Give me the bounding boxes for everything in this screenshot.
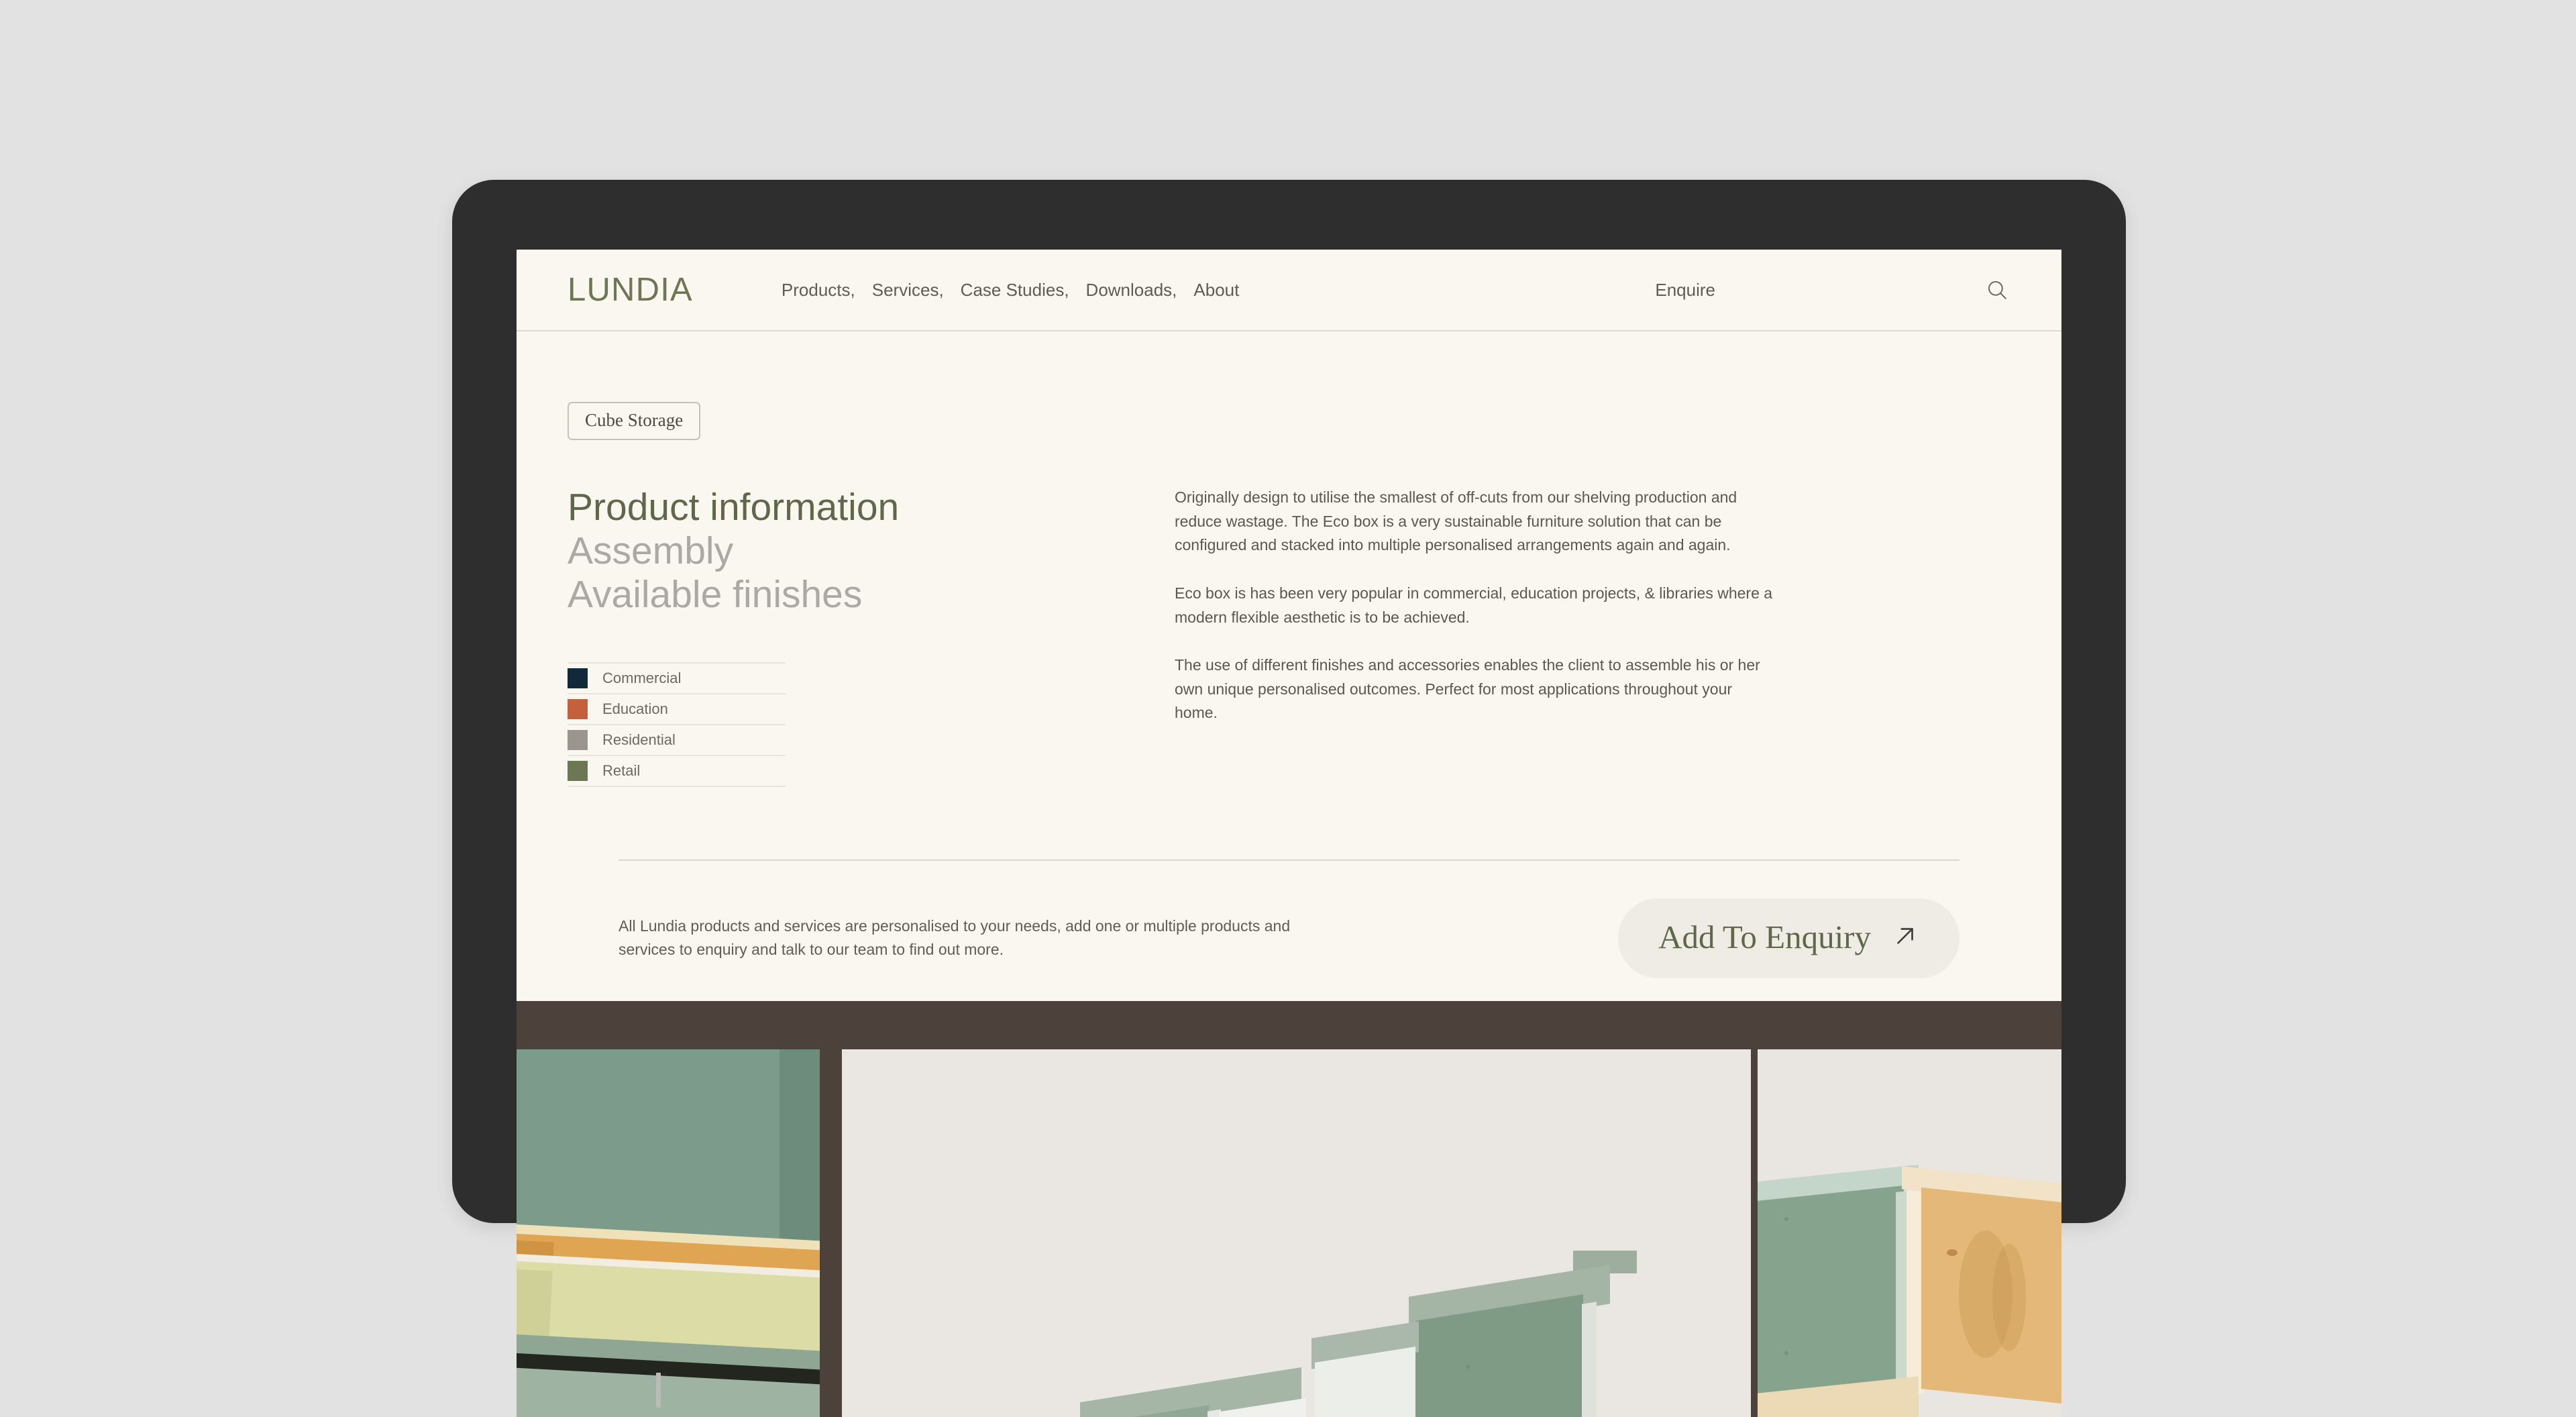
swatch-label: Education xyxy=(602,700,668,717)
swatch-label: Residential xyxy=(602,731,676,748)
brand-logo[interactable]: LUNDIA xyxy=(568,271,693,309)
content-columns: Product information Assembly Available f… xyxy=(568,486,2010,787)
footer-divider xyxy=(619,859,1960,861)
finish-category-list: Commercial Education Residential Retail xyxy=(568,662,786,787)
image-layer xyxy=(655,1373,661,1408)
primary-nav: Products, Services, Case Studies, Downlo… xyxy=(782,280,1239,301)
nav-link-products[interactable]: Products, xyxy=(782,280,855,301)
product-description-paragraph: Eco box is has been very popular in comm… xyxy=(1175,584,1773,626)
image-layer xyxy=(842,1049,1751,1417)
nav-link-services[interactable]: Services, xyxy=(872,280,944,301)
swatch-label: Commercial xyxy=(602,669,682,686)
left-column: Product information Assembly Available f… xyxy=(568,486,1175,787)
product-description-paragraph: Originally design to utilise the smalles… xyxy=(1175,488,1737,554)
arrow-up-right-icon xyxy=(1891,922,1919,952)
site-header: LUNDIA Products, Services, Case Studies,… xyxy=(517,250,2061,331)
gallery-image-eco-box-green-yellow-detail[interactable] xyxy=(517,1049,820,1417)
header-actions: Enquire xyxy=(1655,276,2010,303)
nav-link-about[interactable]: About xyxy=(1193,280,1239,301)
list-item[interactable]: Education xyxy=(568,694,786,725)
image-layer xyxy=(1758,1186,1904,1396)
browser-viewport: LUNDIA Products, Services, Case Studies,… xyxy=(517,250,2061,1001)
gallery-image-eco-box-green-and-pine-cubes[interactable] xyxy=(1758,1049,2061,1417)
color-swatch-education xyxy=(568,698,588,719)
footer-note: All Lundia products and services are per… xyxy=(619,917,1291,959)
image-layer xyxy=(1784,1217,1788,1221)
image-layer xyxy=(1992,1244,2026,1351)
image-layer xyxy=(1784,1351,1788,1355)
image-layer xyxy=(1582,1302,1597,1417)
add-to-enquiry-button[interactable]: Add To Enquiry xyxy=(1618,898,1960,978)
color-swatch-retail xyxy=(568,760,588,781)
footer-strip: All Lundia products and services are per… xyxy=(568,898,2010,978)
section-tab-assembly[interactable]: Assembly xyxy=(568,529,1175,573)
category-badge[interactable]: Cube Storage xyxy=(568,402,701,440)
section-tab-product-information[interactable]: Product information xyxy=(568,486,1175,529)
image-layer xyxy=(1466,1365,1470,1369)
right-column: Originally design to utilise the smalles… xyxy=(1175,486,1778,787)
nav-link-case-studies[interactable]: Case Studies, xyxy=(961,280,1069,301)
nav-link-downloads[interactable]: Downloads, xyxy=(1086,280,1177,301)
list-item[interactable]: Retail xyxy=(568,756,786,787)
image-layer xyxy=(780,1049,820,1263)
product-description-paragraph: The use of different finishes and access… xyxy=(1175,656,1760,722)
color-swatch-commercial xyxy=(568,668,588,688)
add-to-enquiry-label: Add To Enquiry xyxy=(1658,918,1871,955)
swatch-label: Retail xyxy=(602,762,641,779)
image-layer xyxy=(1947,1249,1957,1256)
list-item[interactable]: Commercial xyxy=(568,664,786,694)
color-swatch-residential xyxy=(568,729,588,750)
gallery-image-eco-box-sage-shelving-row[interactable] xyxy=(842,1049,1751,1417)
product-image-gallery xyxy=(517,1001,2061,1417)
search-icon[interactable] xyxy=(1984,276,2010,303)
page-body: Cube Storage Product information Assembl… xyxy=(517,331,2061,978)
list-item[interactable]: Residential xyxy=(568,725,786,756)
enquire-link[interactable]: Enquire xyxy=(1655,280,1715,301)
section-tab-available-finishes[interactable]: Available finishes xyxy=(568,573,1175,617)
